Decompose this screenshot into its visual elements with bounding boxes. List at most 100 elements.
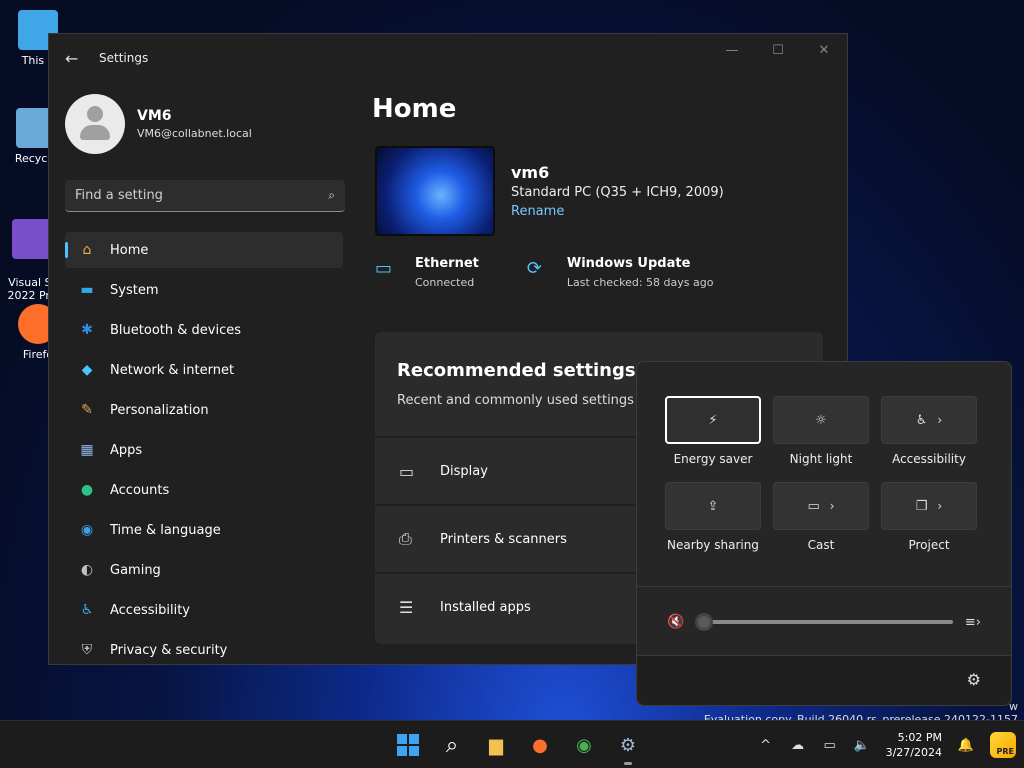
brush-icon: ✎	[81, 402, 93, 418]
accessibility-icon: ♿	[915, 412, 928, 428]
clock[interactable]: 5:02 PM 3/27/2024	[886, 730, 942, 760]
network-icon[interactable]: ▭	[814, 738, 846, 753]
tile-label: Night light	[789, 452, 853, 466]
sidebar-item-label: Accessibility	[110, 602, 190, 618]
avatar	[65, 94, 125, 154]
chevron-right-icon[interactable]: ›	[830, 499, 835, 513]
title-bar: ← Settings — ☐ ✕	[49, 34, 847, 82]
volume-row: 🔇 ≡›	[667, 613, 981, 631]
taskbar-settings[interactable]: ⚙	[608, 729, 648, 765]
status-row: ▭ Ethernet Connected ⟳ Windows Update La…	[375, 256, 847, 289]
list-icon: ☰	[399, 597, 414, 617]
sidebar-nav: ⌂ Home ▬ System ✱ Bluetooth & devices ◆ Netw…	[65, 232, 343, 664]
firefox-icon: ●	[532, 734, 548, 756]
project-icon: ❐	[915, 498, 928, 514]
device-name: vm6	[511, 163, 550, 182]
tile-label: Accessibility	[892, 452, 966, 466]
volume-muted-icon[interactable]: 🔈	[846, 738, 878, 753]
shield-icon: ⛨	[81, 642, 93, 658]
search-icon[interactable]: ⌕	[328, 188, 335, 203]
maximize-button[interactable]: ☐	[755, 34, 801, 66]
nearby-sharing-tile[interactable]: ⇪	[665, 482, 761, 530]
audio-mixer-icon[interactable]: ≡›	[965, 615, 981, 630]
search-box: ⌕	[65, 180, 345, 212]
window-title: Settings	[99, 51, 149, 65]
gear-icon: ⚙	[619, 734, 637, 756]
profile[interactable]: VM6 VM6@collabnet.local	[65, 88, 343, 160]
tile-label: Energy saver	[673, 452, 753, 466]
back-arrow-icon[interactable]: ←	[65, 49, 85, 68]
sidebar-item-label: Time & language	[110, 522, 221, 538]
taskbar-search-button[interactable]: ⌕	[432, 729, 472, 761]
page-title: Home	[372, 94, 457, 124]
copilot-preview-badge[interactable]: PRE	[990, 732, 1016, 758]
sidebar-item-label: Home	[110, 242, 149, 258]
rename-link[interactable]: Rename	[511, 204, 724, 219]
project-tile[interactable]: ❐ ›	[881, 482, 977, 530]
globe-icon: ◉	[80, 522, 94, 538]
close-button[interactable]: ✕	[801, 34, 847, 66]
apps-icon: ▦	[80, 442, 94, 458]
accounts-icon: ●	[80, 482, 94, 498]
chrome-icon: ◉	[576, 734, 592, 756]
ethernet-icon: ▭	[375, 258, 393, 279]
sidebar-item-bluetooth[interactable]: ✱ Bluetooth & devices	[65, 312, 343, 348]
energy-saver-icon: ⚡	[708, 412, 718, 428]
onedrive-icon[interactable]: ☁	[782, 738, 814, 753]
window-controls: — ☐ ✕	[709, 34, 847, 66]
system-icon: ▬	[80, 282, 94, 298]
sidebar-item-network[interactable]: ◆ Network & internet	[65, 352, 343, 388]
windows-logo-icon	[397, 734, 419, 756]
taskbar-chrome[interactable]: ◉	[564, 729, 604, 761]
search-input[interactable]	[75, 188, 305, 203]
volume-slider[interactable]	[695, 613, 953, 631]
status-windows-update[interactable]: ⟳ Windows Update Last checked: 58 days a…	[527, 256, 714, 289]
sidebar-item-apps[interactable]: ▦ Apps	[65, 432, 343, 468]
volume-slider-thumb[interactable]	[695, 613, 713, 631]
flyout-divider	[637, 586, 1011, 587]
sidebar-item-privacy[interactable]: ⛨ Privacy & security	[65, 632, 343, 664]
cast-icon: ▭	[807, 498, 820, 514]
sidebar-item-label: Apps	[110, 442, 143, 458]
volume-muted-icon[interactable]: 🔇	[667, 614, 691, 630]
sidebar-item-system[interactable]: ▬ System	[65, 272, 343, 308]
chevron-right-icon[interactable]: ›	[937, 413, 942, 427]
taskbar-apps: ⌕ ▆ ● ◉ ⚙	[388, 729, 652, 765]
sidebar-item-label: Bluetooth & devices	[110, 322, 241, 338]
device-card: vm6 Standard PC (Q35 + ICH9, 2009) Renam…	[375, 146, 847, 236]
search-icon: ⌕	[445, 732, 459, 758]
night-light-icon: ☼	[815, 412, 827, 428]
sidebar-item-label: Personalization	[110, 402, 209, 418]
status-ethernet[interactable]: ▭ Ethernet Connected	[375, 256, 479, 289]
night-light-tile[interactable]: ☼	[773, 396, 869, 444]
start-button[interactable]	[388, 729, 428, 761]
sidebar-item-accounts[interactable]: ● Accounts	[65, 472, 343, 508]
notification-bell-icon[interactable]: 🔔	[950, 738, 982, 753]
visual-studio-icon	[12, 219, 52, 259]
sidebar-item-gaming[interactable]: ◐ Gaming	[65, 552, 343, 588]
taskbar-file-explorer[interactable]: ▆	[476, 729, 516, 761]
device-spec: Standard PC (Q35 + ICH9, 2009)	[511, 185, 724, 200]
sidebar-item-personalization[interactable]: ✎ Personalization	[65, 392, 343, 428]
quick-settings-flyout: ⚡ Energy saver ☼ Night light ♿ › Accessibili…	[636, 361, 1012, 706]
update-icon: ⟳	[526, 258, 542, 279]
chevron-up-icon[interactable]: ^	[750, 738, 782, 753]
chevron-right-icon[interactable]: ›	[937, 499, 942, 513]
sidebar-item-accessibility[interactable]: ♿ Accessibility	[65, 592, 343, 628]
minimize-button[interactable]: —	[709, 34, 755, 66]
energy-saver-tile[interactable]: ⚡	[665, 396, 761, 444]
bluetooth-icon: ✱	[81, 322, 93, 338]
profile-name: VM6	[137, 108, 172, 124]
sidebar-item-label: Accounts	[110, 482, 170, 498]
system-tray: ^ ☁ ▭ 🔈 5:02 PM 3/27/2024 🔔 PRE	[750, 721, 1024, 768]
network-icon: ◆	[81, 362, 93, 378]
tile-label: Cast	[807, 538, 835, 552]
accessibility-tile[interactable]: ♿ ›	[881, 396, 977, 444]
taskbar-firefox[interactable]: ●	[520, 729, 560, 761]
gear-icon[interactable]: ⚙	[967, 670, 981, 689]
recommended-item-label: Installed apps	[440, 599, 531, 615]
clock-date: 3/27/2024	[885, 746, 942, 759]
sidebar-item-time-language[interactable]: ◉ Time & language	[65, 512, 343, 548]
cast-tile[interactable]: ▭ ›	[773, 482, 869, 530]
sidebar-item-home[interactable]: ⌂ Home	[65, 232, 343, 268]
